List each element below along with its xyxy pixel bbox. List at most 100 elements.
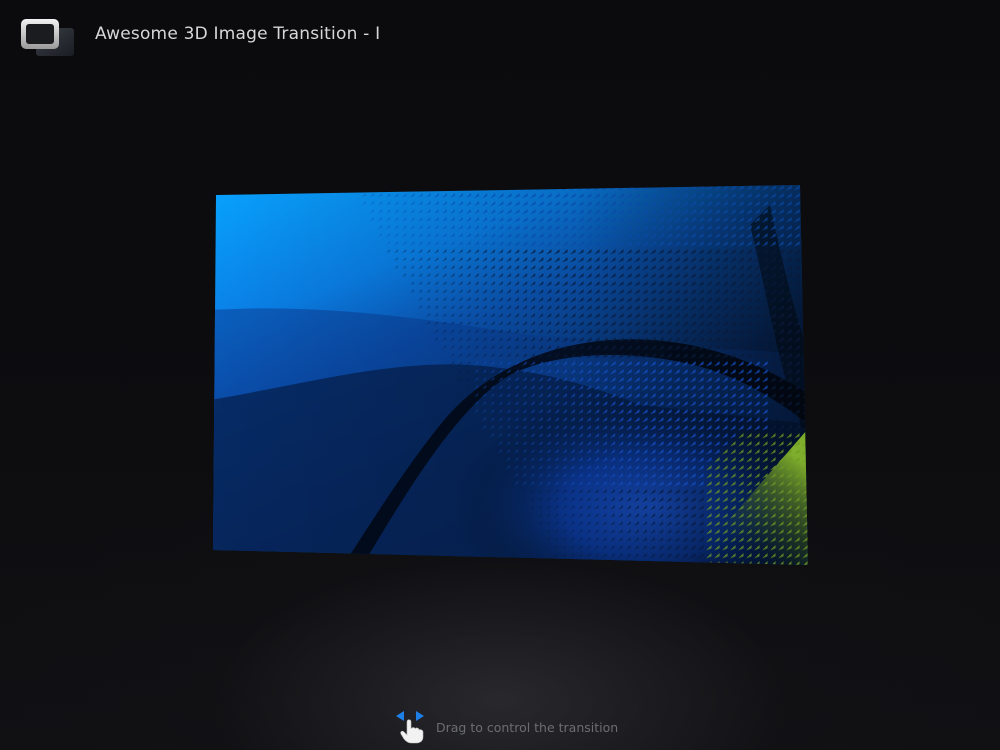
transition-tile — [818, 545, 820, 551]
transition-tile — [810, 553, 816, 559]
transition-tile — [722, 569, 728, 570]
transition-tile — [802, 241, 808, 247]
transition-tile — [818, 473, 820, 479]
transition-tile — [818, 321, 820, 327]
transition-tile — [642, 561, 647, 565]
transition-tile — [386, 185, 391, 190]
transition-tile — [674, 569, 679, 570]
transition-tile — [658, 569, 663, 570]
transition-tile — [810, 449, 816, 455]
transition-tile — [378, 185, 383, 190]
transition-tile — [810, 425, 816, 431]
transition-tile — [450, 185, 455, 190]
transition-tile — [818, 345, 820, 351]
transition-tile — [810, 233, 816, 239]
transition-tile — [818, 201, 820, 207]
transition-tile — [634, 561, 639, 565]
transition-tile — [810, 329, 816, 335]
transition-tile — [754, 569, 760, 570]
transition-tile — [818, 489, 820, 495]
transition-tile — [810, 201, 816, 207]
transition-tile — [810, 297, 816, 303]
transition-tile — [818, 281, 820, 287]
transition-tile — [474, 185, 480, 191]
transition-tile — [818, 233, 820, 239]
transition-tile — [610, 561, 615, 565]
transition-viewer[interactable] — [210, 185, 820, 570]
transition-tile — [818, 465, 820, 471]
transition-tile — [818, 505, 820, 511]
transition-tile — [818, 417, 820, 423]
transition-tile — [738, 569, 744, 570]
transition-tile — [602, 569, 606, 570]
transition-tile — [810, 193, 816, 199]
transition-tile — [810, 209, 816, 215]
transition-tile — [818, 529, 820, 535]
transition-tile — [810, 505, 816, 511]
transition-tile — [802, 225, 808, 231]
transition-tile — [802, 281, 808, 287]
transition-image-panel[interactable] — [210, 185, 820, 570]
transition-tile — [778, 569, 784, 570]
drag-hint-text: Drag to control the transition — [436, 720, 619, 735]
transition-tile — [602, 561, 607, 565]
app-stage: Awesome 3D Image Transition - I Drag to … — [0, 0, 1000, 750]
transition-tile — [802, 249, 808, 255]
transition-tile — [802, 233, 808, 239]
transition-tile — [818, 409, 820, 415]
transition-tile — [434, 185, 439, 190]
transition-tile — [810, 481, 816, 487]
transition-tile — [442, 185, 447, 190]
transition-tile — [810, 313, 816, 319]
transition-tile — [362, 185, 367, 190]
transition-tile — [562, 561, 567, 565]
transition-tile — [818, 225, 820, 231]
transition-tile — [594, 561, 599, 565]
transition-tile — [818, 289, 820, 295]
transition-tile — [810, 321, 816, 327]
transition-tile — [818, 193, 820, 199]
transition-tile — [810, 465, 816, 471]
transition-tile — [650, 569, 655, 570]
transition-tile — [402, 185, 407, 190]
transition-tile — [810, 385, 816, 391]
transition-tile — [594, 569, 598, 570]
transition-tile — [810, 545, 816, 551]
transition-tile — [730, 569, 736, 570]
transition-tile — [818, 241, 820, 247]
transition-tile — [802, 313, 808, 319]
transition-tile — [818, 185, 820, 191]
transition-tile — [562, 569, 566, 570]
transition-tile — [674, 561, 680, 565]
drag-hint: Drag to control the transition — [392, 710, 652, 744]
transition-tile — [818, 313, 820, 319]
transition-tile — [634, 569, 639, 570]
transition-tile — [810, 353, 816, 359]
transition-tile — [818, 337, 820, 343]
transition-tile — [810, 561, 816, 567]
transition-tile — [586, 569, 590, 570]
transition-tile — [770, 569, 776, 570]
transition-tile — [426, 185, 431, 190]
transition-tile — [810, 249, 816, 255]
transition-tile — [810, 513, 816, 519]
transition-tile — [818, 481, 820, 487]
transition-tile — [810, 289, 816, 295]
transition-tile — [698, 569, 703, 570]
transition-tile — [810, 305, 816, 311]
transition-tile — [658, 561, 663, 565]
transition-tile — [818, 553, 820, 559]
transition-tile — [810, 497, 816, 503]
transition-tile — [810, 521, 816, 527]
transition-tile — [802, 265, 808, 271]
transition-tile — [618, 569, 623, 570]
transition-tile — [394, 185, 399, 190]
transition-tile — [650, 561, 655, 565]
transition-tile — [610, 569, 614, 570]
transition-tile — [818, 361, 820, 367]
transition-tile — [810, 281, 816, 287]
transition-tile — [810, 417, 816, 423]
transition-tile — [810, 473, 816, 479]
transition-tile — [506, 185, 512, 191]
transition-tile — [818, 537, 820, 543]
